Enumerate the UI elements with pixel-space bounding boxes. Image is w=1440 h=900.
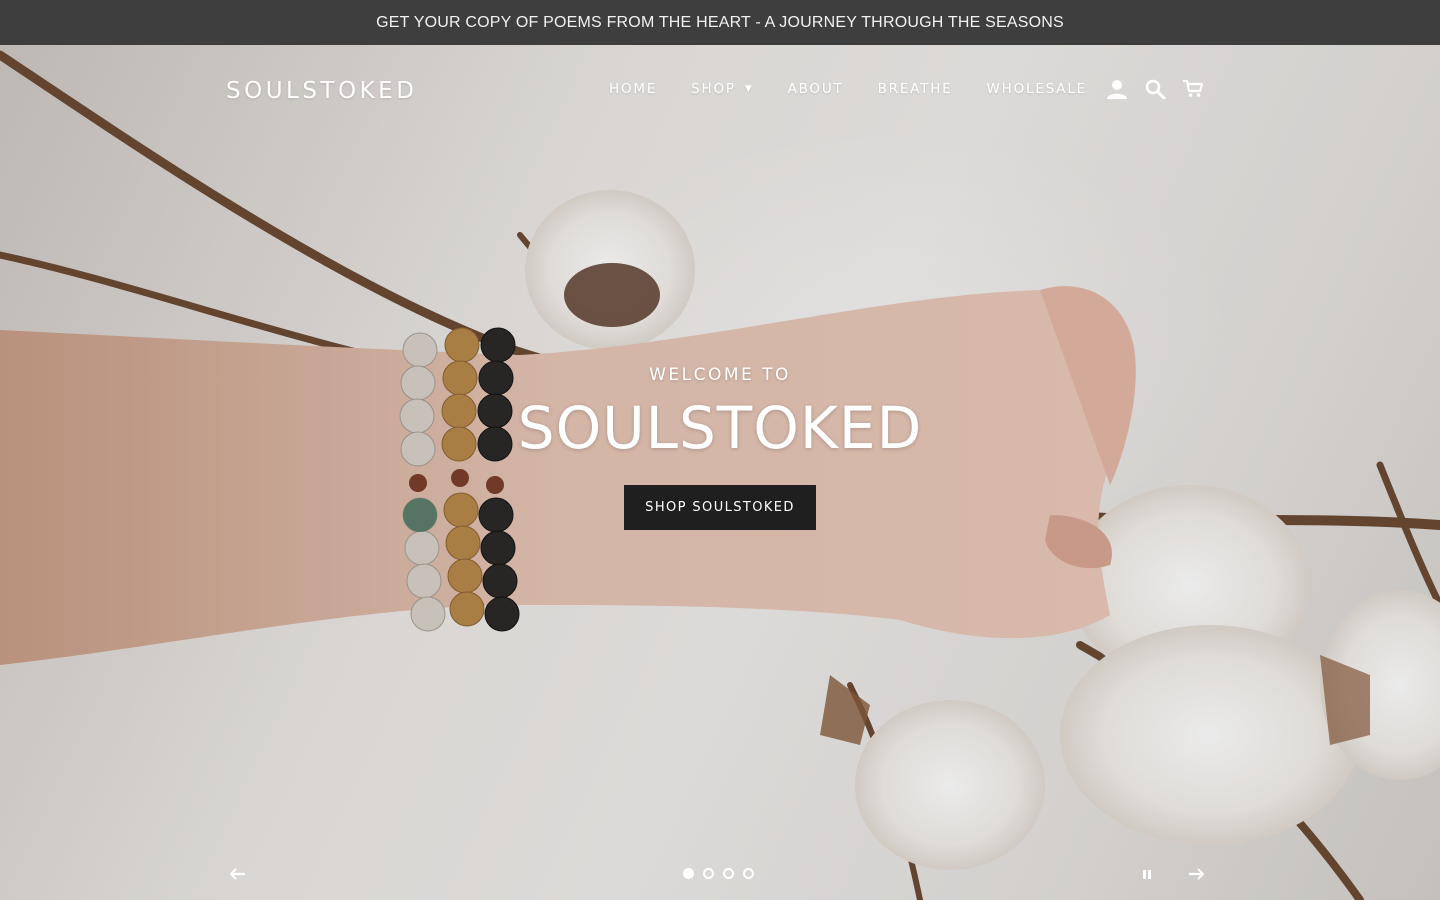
slideshow-controls [0, 865, 1440, 885]
chevron-down-icon: ▼ [744, 84, 754, 94]
nav-wholesale[interactable]: WHOLESALE [986, 81, 1086, 97]
arrow-left-icon[interactable] [226, 865, 250, 883]
slide-dot[interactable] [703, 868, 714, 879]
nav-about[interactable]: ABOUT [788, 81, 844, 97]
slide-dot[interactable] [683, 868, 694, 879]
main-nav: HOME SHOP ▼ ABOUT BREATHE WHOLESALE [609, 81, 1121, 97]
site-logo[interactable]: SOULSTOKED [226, 78, 417, 104]
hero-title: SOULSTOKED [517, 394, 923, 462]
pause-icon[interactable] [1140, 867, 1154, 881]
search-icon[interactable] [1145, 79, 1166, 99]
announcement-bar[interactable]: GET YOUR COPY OF POEMS FROM THE HEART - … [0, 0, 1440, 45]
nav-shop[interactable]: SHOP ▼ [691, 81, 753, 97]
user-icon[interactable] [1106, 79, 1128, 99]
arrow-right-icon[interactable] [1184, 865, 1208, 883]
hero-content: WELCOME TO SOULSTOKED SHOP SOULSTOKED [0, 365, 1440, 530]
slide-dot[interactable] [743, 868, 754, 879]
hero-kicker: WELCOME TO [649, 365, 791, 385]
shop-button[interactable]: SHOP SOULSTOKED [624, 485, 816, 530]
nav-shop-label: SHOP [691, 81, 736, 97]
nav-breathe[interactable]: BREATHE [878, 81, 953, 97]
header-icons [1106, 79, 1220, 99]
nav-home[interactable]: HOME [609, 81, 657, 97]
slide-dot[interactable] [723, 868, 734, 879]
announcement-text[interactable]: GET YOUR COPY OF POEMS FROM THE HEART - … [376, 14, 1064, 32]
hero-slideshow: SOULSTOKED HOME SHOP ▼ ABOUT BREATHE WHO… [0, 45, 1440, 900]
cart-icon[interactable] [1183, 80, 1203, 98]
slide-dots [683, 868, 763, 879]
